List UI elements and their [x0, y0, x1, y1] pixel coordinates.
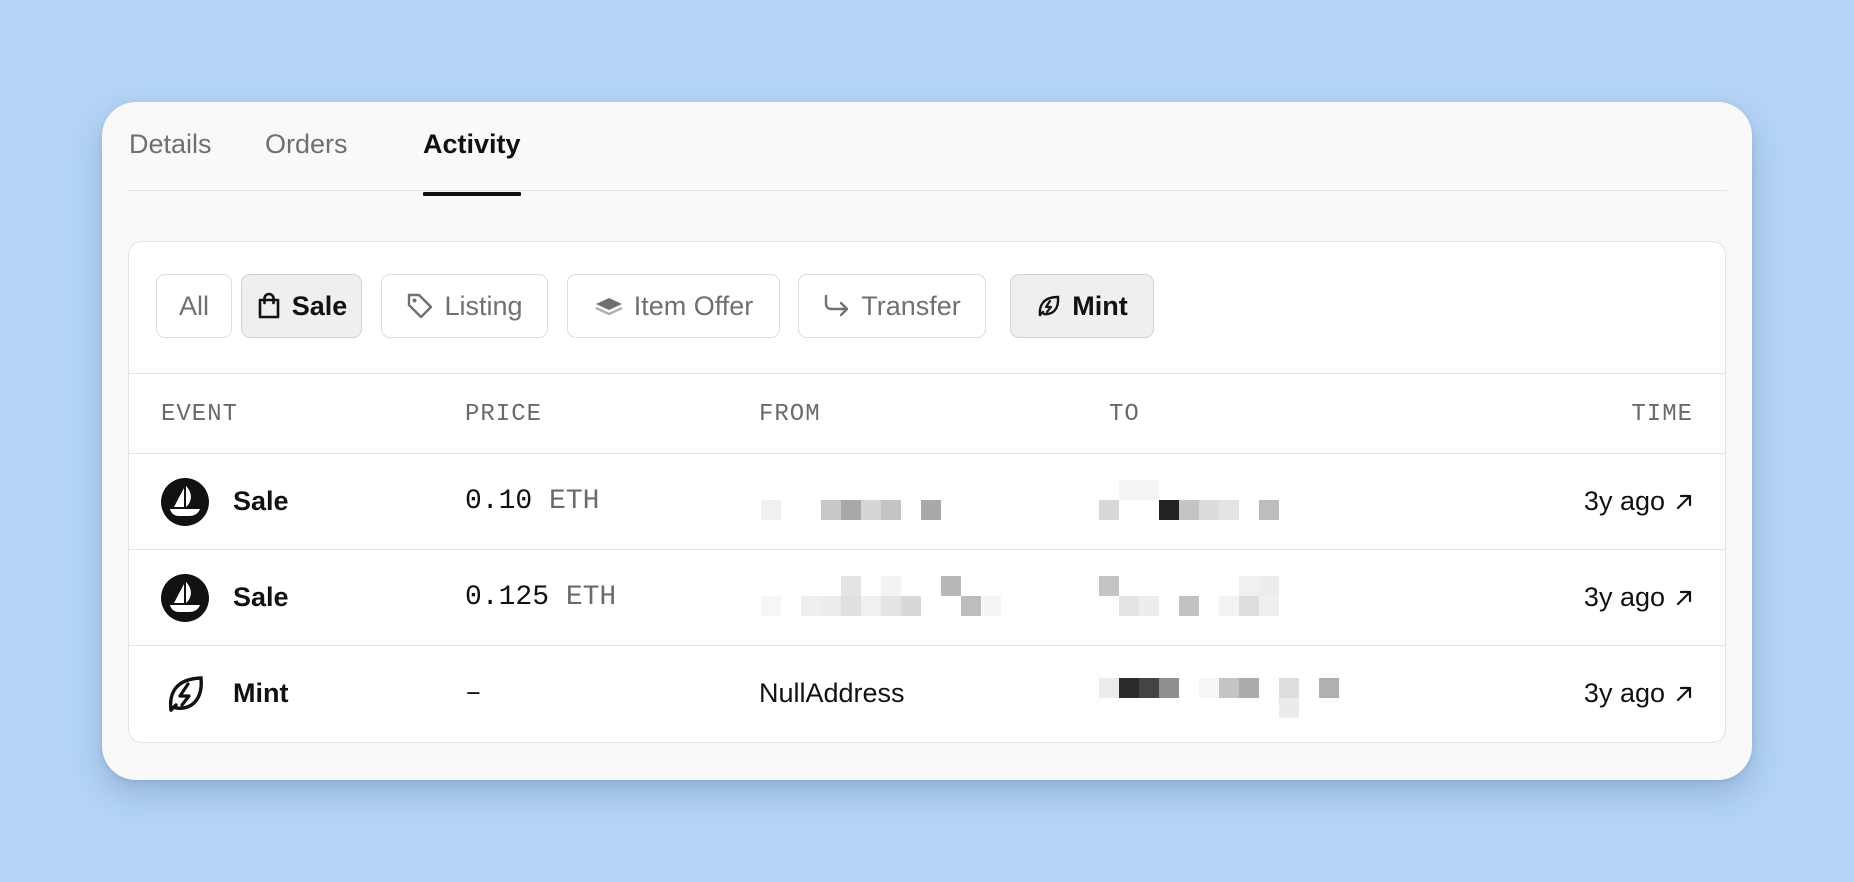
opensea-ship-icon [161, 478, 209, 526]
layers-icon [595, 298, 623, 316]
price-amount: 0.125 [465, 582, 550, 613]
active-tab-underline [423, 192, 521, 196]
table-row[interactable]: Sale 0.10 ETH 3y ago [129, 454, 1725, 550]
table-row[interactable]: Sale 0.125 ETH 3y ago [129, 550, 1725, 646]
price-value: 0.125 ETH [465, 582, 616, 613]
event-label: Sale [233, 486, 289, 516]
arrow-up-right-icon [1676, 590, 1692, 605]
filter-sale-label: Sale [291, 290, 348, 321]
opensea-ship-icon [161, 574, 209, 622]
filter-all-label: All [178, 290, 209, 321]
item-card: Details Orders Activity All Sale Listing… [102, 102, 1752, 780]
filter-mint-button[interactable]: Mint [1010, 274, 1154, 338]
price-unit: ETH [565, 582, 617, 613]
table-header: EVENT PRICE FROM TO TIME [129, 374, 1725, 454]
filter-transfer-button[interactable]: Transfer [798, 274, 986, 338]
from-address[interactable]: NullAddress [759, 678, 905, 709]
filter-mint-label: Mint [1072, 290, 1128, 321]
filter-listing-button[interactable]: Listing [381, 274, 548, 338]
column-header-event: EVENT [161, 401, 239, 428]
mint-leaf-icon [1038, 295, 1060, 317]
event-time-link[interactable]: 3y ago [1584, 678, 1693, 709]
filter-item-offer-label: Item Offer [633, 290, 754, 321]
price-unit: ETH [549, 486, 600, 517]
column-header-price: PRICE [465, 401, 543, 428]
event-label: Mint [233, 678, 289, 708]
column-header-to: TO [1109, 401, 1140, 428]
mint-leaf-icon [168, 676, 203, 712]
tab-bar: Details Orders Activity [127, 102, 1727, 196]
event-filter-bar: All Sale Listing Item Offer Transfer Min… [129, 242, 1725, 374]
arrow-up-right-icon [1676, 494, 1692, 509]
activity-panel: All Sale Listing Item Offer Transfer Min… [128, 241, 1726, 743]
transfer-arrow-icon [825, 294, 849, 317]
event-time-link[interactable]: 3y ago [1584, 582, 1693, 613]
column-header-time: TIME [1631, 401, 1693, 428]
tab-orders[interactable]: Orders [265, 129, 348, 160]
filter-transfer-label: Transfer [861, 290, 961, 321]
filter-sale-button[interactable]: Sale [241, 274, 362, 338]
event-time: 3y ago [1583, 486, 1665, 516]
table-row[interactable]: Mint – NullAddress 3y ago [129, 646, 1725, 742]
event-time: 3y ago [1583, 678, 1665, 708]
event-time: 3y ago [1583, 582, 1665, 612]
tab-activity[interactable]: Activity [423, 129, 521, 196]
arrow-up-right-icon [1676, 686, 1692, 701]
event-label: Sale [233, 582, 289, 612]
event-time-link[interactable]: 3y ago [1584, 486, 1693, 517]
tab-details[interactable]: Details [129, 129, 212, 160]
tag-icon [408, 293, 433, 319]
filter-all-button[interactable]: All [156, 274, 232, 338]
price-value: 0.10 ETH [465, 486, 599, 517]
tab-activity-label: Activity [423, 129, 521, 159]
filter-item-offer-button[interactable]: Item Offer [567, 274, 780, 338]
price-value: – [465, 678, 482, 709]
shopping-bag-icon [258, 292, 280, 319]
price-amount: – [465, 678, 482, 709]
price-amount: 0.10 [465, 486, 533, 517]
filter-listing-label: Listing [444, 290, 523, 321]
column-header-from: FROM [759, 401, 821, 428]
